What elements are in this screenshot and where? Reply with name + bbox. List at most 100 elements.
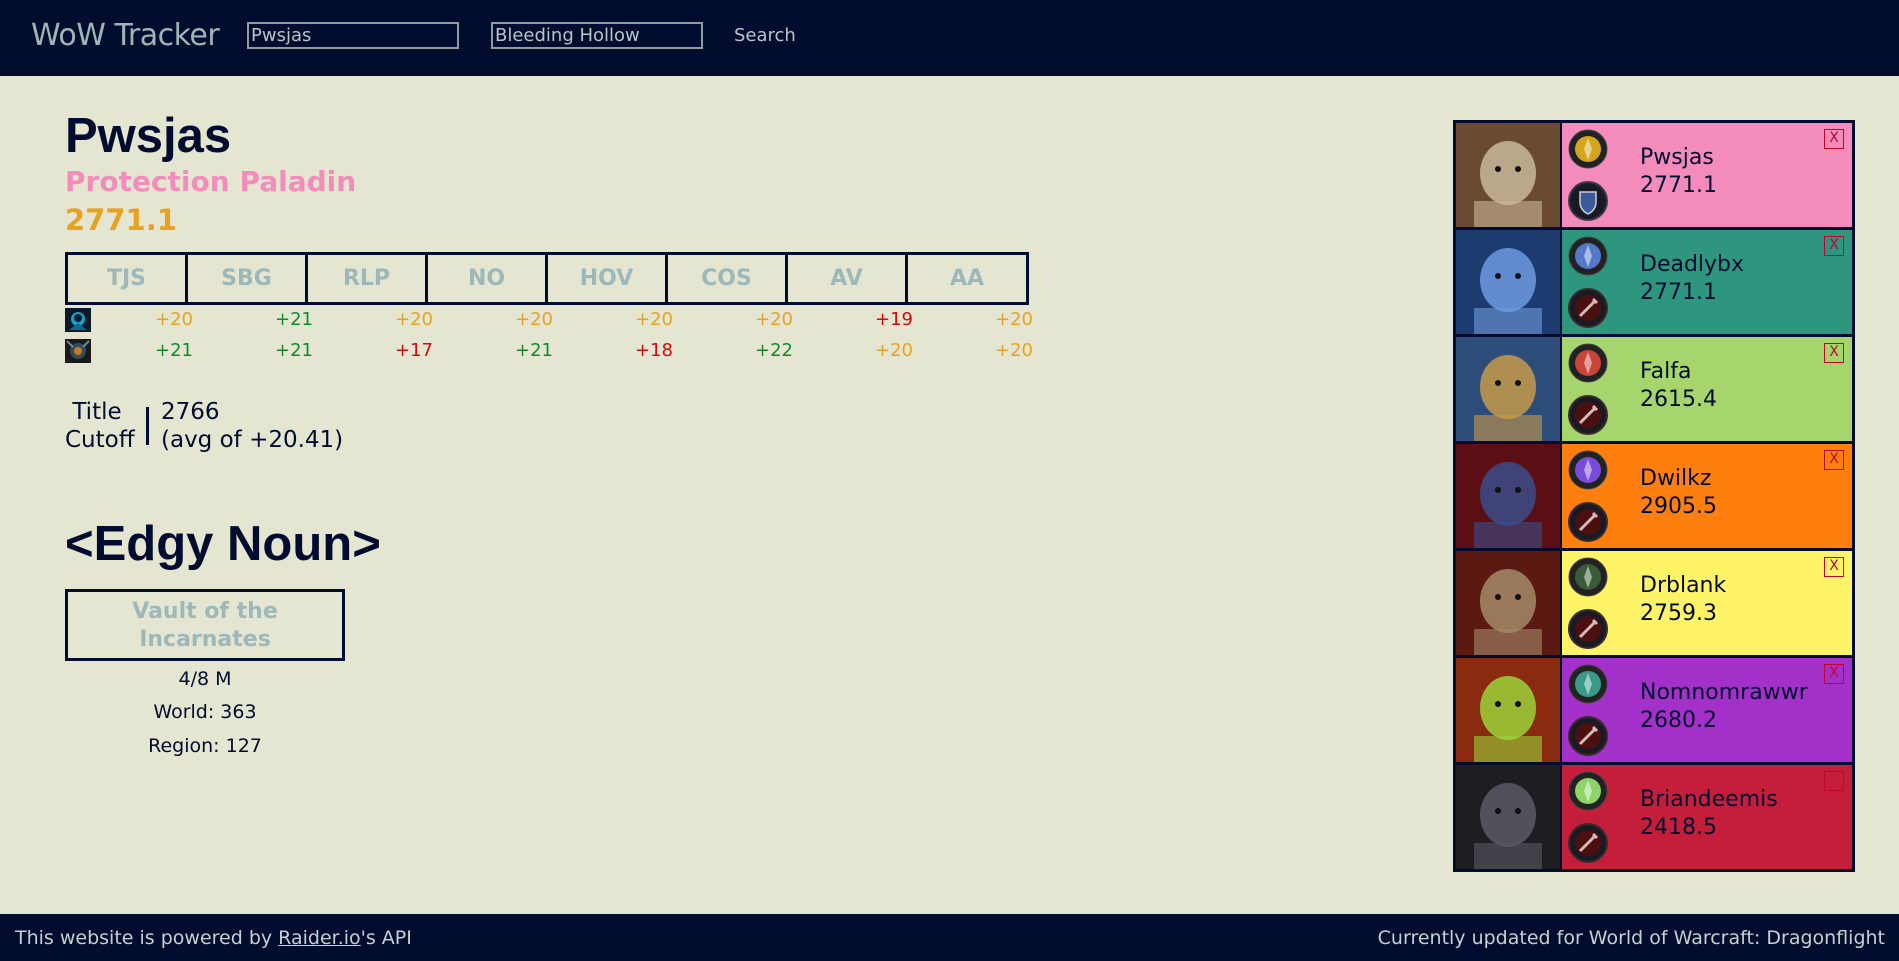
character-portrait [1456,444,1560,548]
realm-input[interactable] [491,22,703,49]
tracked-character-name: Dwilkz [1640,466,1712,491]
dungeon-header: AV [788,255,908,302]
run-row-tyrannical: +21 +21 +17 +21 +18 +22 +20 +20 [65,338,1033,364]
tracked-character-score: 2615.4 [1640,387,1717,412]
remove-character-button[interactable]: X [1824,129,1844,149]
dungeon-header: HOV [548,255,668,302]
raid-region-rank: Region: 127 [148,735,262,757]
title-cutoff-label-line: Cutoff [65,427,135,453]
raid-name-box: Vault of the Incarnates [65,589,345,661]
search-button[interactable]: Search [734,22,796,50]
remove-character-button[interactable]: X [1824,557,1844,577]
tracked-character-score: 2771.1 [1640,280,1717,305]
run-level: +19 [875,309,913,330]
character-name: Pwsjas [65,109,232,163]
druid-feral-icon [1568,343,1608,383]
footer-version: Currently updated for World of Warcraft:… [1377,927,1885,949]
remove-character-button[interactable]: X [1824,450,1844,470]
tracked-character-name: Pwsjas [1640,145,1714,170]
character-portrait [1456,658,1560,762]
tracked-character-name: Deadlybx [1640,252,1745,277]
tracked-character-card[interactable]: Deadlybx 2771.1 X [1456,230,1852,334]
dungeon-header: TJS [68,255,188,302]
tracked-character-name: Nomnomrawwr [1640,680,1808,705]
character-score: 2771.1 [65,203,177,237]
tracked-character-score: 2771.1 [1640,173,1717,198]
shadow-affix-icon [65,308,91,332]
dungeon-header: NO [428,255,548,302]
footer: This website is powered by Raider.io's A… [0,914,1899,961]
title-cutoff-label-line: Title [72,399,122,425]
dungeon-header: AA [949,266,985,291]
run-level: +20 [395,309,433,330]
run-level: +18 [635,340,673,361]
tracked-character-name: Falfa [1640,359,1692,384]
dungeon-header: SBG [188,255,308,302]
run-level: +20 [755,309,793,330]
raiderio-link[interactable]: Raider.io [278,927,360,949]
raid-progress: 4/8 M [178,668,232,690]
title-cutoff-average: (avg of +20.41) [161,427,344,453]
dps-role-icon [1568,823,1608,863]
run-level: +21 [275,309,313,330]
run-level: +17 [395,340,433,361]
run-level: +20 [515,309,553,330]
character-info: Nomnomrawwr 2680.2 X [1562,658,1852,762]
run-level: +21 [155,340,193,361]
remove-character-button[interactable]: X [1824,343,1844,363]
dungeon-header: COS [668,255,788,302]
footer-suffix: 's API [360,927,412,949]
top-bar: WoW Tracker Search [0,0,1899,76]
dungeon-table: TJS SBG RLP NO HOV COS AV AA [65,252,1029,305]
character-info: Deadlybx 2771.1 X [1562,230,1852,334]
tracked-character-name: Briandeemis [1640,787,1778,812]
tracked-character-card[interactable]: Drblank 2759.3 X [1456,551,1852,655]
run-level: +20 [995,340,1033,361]
tracked-character-name: Drblank [1640,573,1727,598]
remove-character-button[interactable]: X [1824,236,1844,256]
character-portrait [1456,230,1560,334]
dps-role-icon [1568,288,1608,328]
dps-role-icon [1568,609,1608,649]
raid-world-rank: World: 363 [153,701,257,723]
run-level: +21 [275,340,313,361]
tracked-characters-panel: Pwsjas 2771.1 X Deadlybx 2771.1 X Falfa 2615.4 X… [1453,120,1855,872]
character-info: Falfa 2615.4 X [1562,337,1852,441]
run-level: +21 [515,340,553,361]
run-level: +20 [995,309,1033,330]
tracked-character-score: 2905.5 [1640,494,1717,519]
character-portrait [1456,765,1560,869]
paladin-protection-icon [1568,129,1608,169]
tracked-character-card[interactable]: Pwsjas 2771.1 X [1456,123,1852,227]
run-level: +20 [875,340,913,361]
character-name-input[interactable] [247,22,459,49]
dps-role-icon [1568,716,1608,756]
dungeon-header: RLP [308,255,428,302]
tracked-character-card[interactable]: Falfa 2615.4 X [1456,337,1852,441]
tracked-character-score: 2418.5 [1640,815,1717,840]
character-spec: Protection Paladin [65,165,357,198]
site-title[interactable]: WoW Tracker [31,18,220,53]
dps-role-icon [1568,395,1608,435]
remove-character-button[interactable]: X [1824,664,1844,684]
footer-prefix: This website is powered by [15,927,279,949]
tracked-character-card[interactable]: Dwilkz 2905.5 X [1456,444,1852,548]
title-cutoff-label: Title Cutoff [65,398,135,454]
storm-affix-icon [65,339,91,363]
tracked-character-card[interactable]: Nomnomrawwr 2680.2 X [1456,658,1852,762]
tracked-character-card[interactable]: Briandeemis 2418.5 [1456,765,1852,869]
guild-name: <Edgy Noun> [65,517,381,571]
character-portrait [1456,123,1560,227]
character-info: Drblank 2759.3 X [1562,551,1852,655]
tracked-character-score: 2759.3 [1640,601,1717,626]
title-cutoff-score: 2766 [161,399,220,425]
run-level: +20 [155,309,193,330]
character-info: Dwilkz 2905.5 X [1562,444,1852,548]
tracked-character-score: 2680.2 [1640,708,1717,733]
remove-character-button[interactable] [1824,771,1844,791]
tank-role-icon [1568,181,1608,221]
dps-role-icon [1568,502,1608,542]
rogue-outlaw-icon [1568,557,1608,597]
title-cutoff-divider [146,407,149,445]
death-knight-unholy-icon [1568,771,1608,811]
